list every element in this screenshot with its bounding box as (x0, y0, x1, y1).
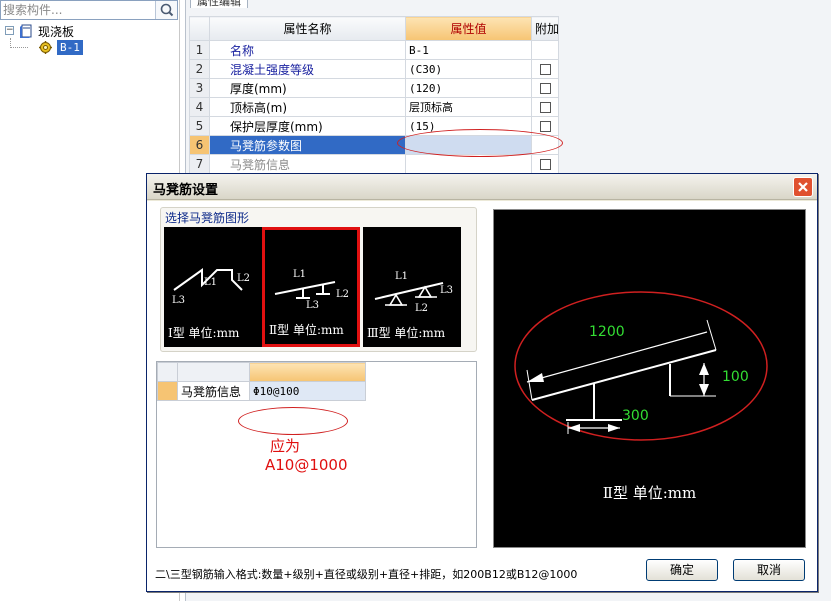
row-index: 1 (189, 40, 210, 60)
shape-group-label: 选择马凳筋图形 (165, 211, 250, 225)
property-grid-header: 属性名称 属性值 附加 (189, 16, 559, 41)
extra-cell (531, 97, 559, 117)
label-l3: L3 (306, 300, 319, 311)
dialog-body: 选择马凳筋图形 L1 L2 L3 Ⅰ型 单位:mm L1 L2 L3 Ⅱ型 单位… (147, 201, 817, 591)
property-value[interactable]: (C30) (405, 59, 532, 79)
shape-preview: 1200 100 300 Ⅱ型 单位:mm (493, 209, 806, 548)
header-property-value[interactable]: 属性值 (405, 16, 532, 41)
shape-option-type-2[interactable]: L1 L2 L3 Ⅱ型 单位:mm (262, 227, 360, 347)
label-l1: L1 (395, 271, 408, 282)
ok-button[interactable]: 确定 (646, 559, 718, 581)
extra-checkbox[interactable] (539, 121, 551, 132)
tree-node-root-label: 现浇板 (38, 25, 75, 39)
extra-cell (531, 154, 559, 174)
row-index: 5 (189, 116, 210, 136)
row-index: 3 (189, 78, 210, 98)
red-annotation-ellipse (238, 407, 348, 435)
label-l1: L1 (204, 277, 217, 288)
property-row[interactable]: 7 马凳筋信息 (189, 154, 559, 174)
info-header-value (249, 362, 366, 382)
input-format-hint: 二\三型钢筋输入格式:数量+级别+直径或级别+直径+排距，如200B12或B12… (155, 568, 578, 581)
info-header-name (177, 362, 250, 382)
search-icon (160, 3, 174, 17)
correction-note: 应为 A10@1000 (265, 437, 348, 475)
property-row[interactable]: 3 厚度(mm) (120) (189, 78, 559, 98)
search-button[interactable] (155, 1, 177, 19)
property-name: 名称 (209, 40, 406, 60)
preview-caption: Ⅱ型 单位:mm (602, 484, 697, 502)
shape-caption: Ⅰ型 单位:mm (168, 326, 240, 340)
close-icon (798, 182, 808, 192)
property-name: 厚度(mm) (209, 78, 406, 98)
shape-caption: Ⅱ型 单位:mm (269, 323, 344, 337)
row-index: 7 (189, 154, 210, 174)
row-index: 4 (189, 97, 210, 117)
search-box (0, 0, 178, 20)
shape-selection-group: 选择马凳筋图形 L1 L2 L3 Ⅰ型 单位:mm L1 L2 L3 Ⅱ型 单位… (160, 207, 477, 352)
close-button[interactable] (793, 177, 813, 197)
extra-cell (531, 78, 559, 98)
row-marker (157, 381, 178, 401)
collapse-toggle[interactable]: − (5, 26, 14, 35)
property-row[interactable]: 1 名称 B-1 (189, 40, 559, 60)
header-extra[interactable]: 附加 (531, 16, 559, 41)
shape-option-type-3[interactable]: L1 L3 L2 Ⅲ型 单位:mm (363, 227, 461, 347)
header-property-name[interactable]: 属性名称 (209, 16, 406, 41)
property-value[interactable]: 层顶标高 (405, 97, 532, 117)
extra-cell (531, 40, 559, 60)
label-l2: L2 (237, 273, 250, 284)
dialog-title: 马凳筋设置 (153, 183, 219, 198)
correction-note-line2: A10@1000 (265, 456, 348, 474)
property-row[interactable]: 2 混凝土强度等级 (C30) (189, 59, 559, 79)
property-row[interactable]: 4 顶标高(m) 层顶标高 (189, 97, 559, 117)
property-name: 混凝土强度等级 (209, 59, 406, 79)
tree-connector (10, 38, 28, 48)
slab-folder-icon (20, 24, 33, 38)
property-value[interactable] (405, 154, 532, 174)
shape-caption: Ⅲ型 单位:mm (367, 326, 446, 340)
extra-checkbox[interactable] (539, 83, 551, 94)
property-value[interactable]: (120) (405, 78, 532, 98)
stool-bar-settings-dialog: 马凳筋设置 选择马凳筋图形 L1 L2 L3 Ⅰ型 单位:mm L1 L2 L3… (146, 173, 818, 592)
component-tree: − 现浇板 B-1 (0, 22, 178, 56)
dialog-titlebar[interactable]: 马凳筋设置 (147, 174, 817, 200)
label-l2: L2 (415, 303, 428, 314)
extra-checkbox[interactable] (539, 159, 551, 170)
label-l3: L3 (440, 285, 453, 296)
property-value[interactable]: B-1 (405, 40, 532, 60)
property-name: 顶标高(m) (209, 97, 406, 117)
red-annotation-ellipse (397, 129, 563, 157)
row-index: 2 (189, 59, 210, 79)
header-index (189, 16, 210, 41)
search-input[interactable] (1, 1, 153, 19)
extra-checkbox[interactable] (539, 64, 551, 75)
info-grid-table: 马凳筋信息 Φ10@100 (157, 362, 366, 401)
cancel-button[interactable]: 取消 (733, 559, 805, 581)
label-l3: L3 (172, 295, 185, 306)
label-l1: L1 (293, 269, 306, 280)
row-index: 6 (189, 135, 210, 155)
dimension-base-label: 300 (622, 408, 649, 424)
info-grid-row[interactable]: 马凳筋信息 Φ10@100 (157, 381, 366, 401)
info-grid-header (157, 362, 366, 382)
correction-note-line1: 应为 (270, 437, 301, 455)
tab-property-edit[interactable]: 属性编辑 (190, 0, 248, 8)
dimension-height-label: 100 (722, 369, 749, 385)
tree-node-child-label[interactable]: B-1 (57, 40, 83, 55)
gear-icon (39, 41, 52, 54)
extra-checkbox[interactable] (539, 102, 551, 113)
extra-cell (531, 59, 559, 79)
info-header-index (157, 362, 178, 382)
property-name: 保护层厚度(mm) (209, 116, 406, 136)
info-row-label: 马凳筋信息 (177, 381, 250, 401)
stool-bar-info-input[interactable]: Φ10@100 (249, 381, 366, 401)
label-l2: L2 (336, 289, 349, 300)
tree-node-child[interactable]: B-1 (0, 38, 178, 56)
property-name: 马凳筋信息 (209, 154, 406, 174)
shape-option-type-1[interactable]: L1 L2 L3 Ⅰ型 单位:mm (164, 227, 262, 347)
dimension-length-label: 1200 (589, 324, 625, 340)
property-name: 马凳筋参数图 (209, 135, 406, 155)
